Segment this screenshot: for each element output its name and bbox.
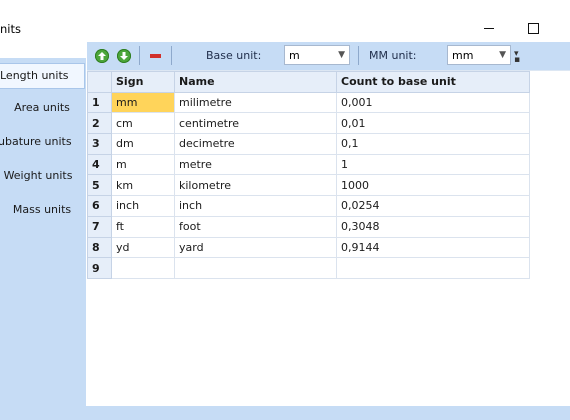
count-cell[interactable] [336, 257, 530, 279]
table-row[interactable]: 1 mm milimetre 0,001 [87, 91, 530, 114]
toolbar: Base unit: m ▼ MM unit: mm ▼ ▾ ▪ [87, 42, 570, 71]
mm-unit-value: mm [452, 49, 474, 62]
sign-cell[interactable]: ft [111, 215, 175, 238]
minimize-icon [484, 27, 494, 29]
corner-cell [87, 71, 112, 93]
units-table: Sign Name Count to base unit 1 mm milime… [87, 71, 530, 279]
mm-unit-select[interactable]: mm ▼ [447, 45, 511, 65]
bottom-border [0, 406, 570, 420]
window-title: nits [0, 22, 21, 36]
tab-cubature-units[interactable]: ubature units [0, 127, 82, 157]
name-cell[interactable]: kilometre [174, 174, 337, 197]
row-number[interactable]: 1 [87, 91, 112, 114]
tab-mass-units[interactable]: Mass units [0, 195, 84, 225]
name-cell[interactable]: decimetre [174, 133, 337, 155]
table-row[interactable]: 5 km kilometre 1000 [87, 174, 530, 197]
sign-cell[interactable]: cm [111, 112, 175, 135]
sign-cell[interactable]: mm [111, 91, 175, 114]
count-cell[interactable]: 0,01 [336, 112, 530, 135]
count-cell[interactable]: 0,9144 [336, 236, 530, 259]
sign-cell[interactable]: inch [111, 195, 175, 217]
maximize-button[interactable] [522, 18, 544, 38]
column-header-count[interactable]: Count to base unit [336, 71, 530, 93]
minimize-button[interactable] [478, 18, 500, 38]
name-cell[interactable]: milimetre [174, 91, 337, 114]
row-number[interactable]: 9 [87, 257, 112, 279]
chevron-down-icon: ▼ [338, 50, 345, 60]
units-grid-area: Sign Name Count to base unit 1 mm milime… [87, 70, 570, 407]
count-cell[interactable]: 1000 [336, 174, 530, 197]
chevron-down-icon: ▼ [499, 50, 506, 60]
table-row[interactable]: 3 dm decimetre 0,1 [87, 133, 530, 155]
base-unit-value: m [289, 49, 300, 62]
delete-icon[interactable] [150, 54, 161, 58]
mm-unit-label: MM unit: [369, 49, 417, 62]
move-down-icon[interactable] [117, 49, 131, 63]
name-cell[interactable]: centimetre [174, 112, 337, 135]
sign-cell[interactable]: km [111, 174, 175, 197]
sign-cell[interactable] [111, 257, 175, 279]
count-cell[interactable]: 1 [336, 153, 530, 176]
name-cell[interactable]: inch [174, 195, 337, 217]
table-row[interactable]: 6 inch inch 0,0254 [87, 195, 530, 217]
table-row[interactable]: 2 cm centimetre 0,01 [87, 112, 530, 135]
toolbar-overflow-icon[interactable]: ▾ ▪ [514, 50, 520, 65]
name-cell[interactable]: foot [174, 215, 337, 238]
column-header-name[interactable]: Name [174, 71, 337, 93]
base-unit-label: Base unit: [206, 49, 262, 62]
toolbar-separator [358, 46, 359, 65]
row-number[interactable]: 8 [87, 236, 112, 259]
header-row: Sign Name Count to base unit [87, 71, 530, 93]
title-bar: nits [0, 0, 570, 40]
sign-cell[interactable]: yd [111, 236, 175, 259]
move-up-icon[interactable] [95, 49, 109, 63]
sign-cell[interactable]: dm [111, 133, 175, 155]
table-row[interactable]: 8 yd yard 0,9144 [87, 236, 530, 259]
sign-cell[interactable]: m [111, 153, 175, 176]
count-cell[interactable]: 0,1 [336, 133, 530, 155]
unit-category-sidebar: Length units Area units ubature units We… [0, 58, 86, 406]
tab-length-units[interactable]: Length units [0, 63, 85, 89]
tab-area-units[interactable]: Area units [0, 93, 84, 123]
row-number[interactable]: 4 [87, 153, 112, 176]
tab-weight-units[interactable]: Weight units [0, 161, 80, 191]
count-cell[interactable]: 0,3048 [336, 215, 530, 238]
maximize-icon [527, 22, 539, 34]
count-cell[interactable]: 0,0254 [336, 195, 530, 217]
row-number[interactable]: 6 [87, 195, 112, 217]
base-unit-select[interactable]: m ▼ [284, 45, 350, 65]
name-cell[interactable]: yard [174, 236, 337, 259]
table-row-new[interactable]: 9 [87, 257, 530, 279]
toolbar-separator [139, 46, 140, 65]
name-cell[interactable] [174, 257, 337, 279]
row-number[interactable]: 7 [87, 215, 112, 238]
name-cell[interactable]: metre [174, 153, 337, 176]
row-number[interactable]: 2 [87, 112, 112, 135]
row-number[interactable]: 3 [87, 133, 112, 155]
column-header-sign[interactable]: Sign [111, 71, 175, 93]
count-cell[interactable]: 0,001 [336, 91, 530, 114]
table-row[interactable]: 7 ft foot 0,3048 [87, 215, 530, 238]
toolbar-separator [171, 46, 172, 65]
table-row[interactable]: 4 m metre 1 [87, 153, 530, 176]
row-number[interactable]: 5 [87, 174, 112, 197]
